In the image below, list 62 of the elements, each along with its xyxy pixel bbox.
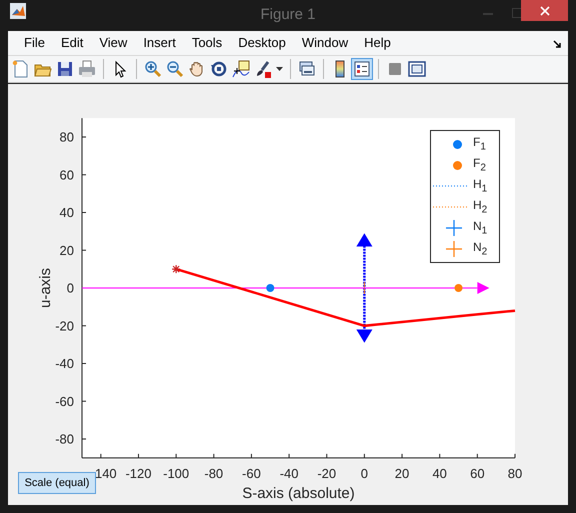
y-tick-label: -40	[55, 356, 74, 371]
window-title: Figure 1	[260, 6, 316, 23]
y-tick-label: -60	[55, 394, 74, 409]
x-tick-label: -20	[317, 466, 336, 481]
link-icon	[298, 60, 316, 78]
print-icon	[78, 60, 96, 78]
datacursor-icon	[232, 60, 250, 78]
menu-item[interactable]: Desktop	[230, 35, 294, 50]
menu-item[interactable]: Window	[294, 35, 356, 50]
x-tick-label: -100	[163, 466, 190, 481]
save-icon	[56, 60, 74, 78]
x-tick-label: 0	[360, 466, 368, 481]
menu-item[interactable]: Insert	[135, 35, 184, 50]
x-tick-label: -40	[280, 466, 298, 481]
zoom-out-icon	[166, 60, 184, 78]
x-tick-label: -60	[242, 466, 261, 481]
y-tick-label: -20	[55, 318, 74, 334]
menu-item[interactable]: Edit	[52, 35, 92, 50]
caret-icon[interactable]	[276, 66, 283, 71]
app-icon	[10, 3, 26, 20]
x-tick-label: -80	[204, 466, 224, 481]
y-tick-label: 80	[60, 130, 74, 144]
focal-point	[454, 284, 463, 292]
legend-label: N$_{2}$	[473, 240, 488, 258]
x-axis-label: S-axis (absolute)	[242, 484, 355, 502]
legend-label: F$_{2}$	[473, 156, 486, 174]
zoom-in-icon	[144, 60, 162, 78]
data-cursor-button[interactable]	[230, 58, 252, 80]
y-tick-label: 0	[66, 280, 74, 296]
menu-item[interactable]: Help	[356, 35, 399, 50]
menu-item[interactable]: View	[91, 35, 136, 50]
close-button[interactable]	[521, 0, 568, 21]
x-tick-label: 20	[394, 466, 410, 481]
y-tick-label: 60	[60, 167, 74, 182]
show-icon	[408, 60, 426, 78]
legend-label: H$_{1}$	[473, 177, 488, 195]
legend-icon	[353, 60, 371, 78]
y-axis-label: u-axis	[37, 268, 54, 308]
scale-button[interactable]: Scale (equal)	[18, 472, 96, 494]
y-tick-label: -80	[55, 432, 74, 446]
node-marker	[364, 282, 365, 294]
y-tick-label: 40	[60, 205, 74, 220]
brush-icon	[254, 60, 272, 78]
star-marker	[172, 264, 181, 274]
legend-button[interactable]	[351, 58, 373, 80]
x-tick-label: -120	[125, 466, 152, 481]
focal-point	[266, 284, 274, 292]
print-button[interactable]	[76, 58, 98, 80]
new-icon	[12, 60, 30, 78]
x-tick-label: 80	[508, 466, 522, 481]
x-tick-label: 60	[470, 466, 485, 481]
legend-label: F$_{1}$	[473, 135, 486, 153]
x-tick-label: 40	[432, 466, 447, 481]
menu-item[interactable]: Tools	[184, 35, 230, 50]
dock-arrow-icon[interactable]	[553, 40, 562, 49]
x-tick-label: 140	[94, 466, 117, 481]
legend-label: H$_{2}$	[473, 198, 488, 216]
legend-label: N$_{1}$	[473, 219, 488, 237]
rotate-icon	[210, 60, 228, 78]
y-tick-label: 20	[60, 242, 74, 258]
close-icon	[540, 6, 550, 16]
menu-item[interactable]: File	[16, 35, 53, 50]
